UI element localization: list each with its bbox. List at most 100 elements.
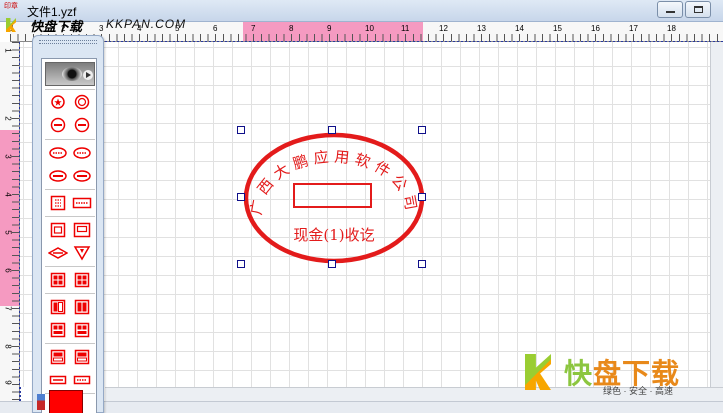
- ruler-label: 14: [515, 24, 524, 33]
- seal-object[interactable]: 广西大鹏应用软件公司 现金(1)收讫: [236, 126, 432, 270]
- ruler-label: 7: [251, 24, 256, 33]
- triangle-icon: [73, 246, 91, 261]
- eye-tool-button[interactable]: [45, 62, 95, 86]
- seal-graphic: 广西大鹏应用软件公司 现金(1)收讫: [243, 132, 425, 264]
- box-grid-2-tool[interactable]: [72, 322, 92, 338]
- ruler-label: 2: [3, 116, 13, 121]
- wide-rect-tool[interactable]: [48, 372, 68, 388]
- ruler-label: 13: [477, 24, 486, 33]
- palette-divider: [45, 266, 95, 267]
- ellipse-bar-2-tool[interactable]: [72, 168, 92, 184]
- maximize-button[interactable]: [685, 1, 711, 18]
- resize-handle-w[interactable]: [237, 193, 245, 201]
- four-box-icon: [74, 272, 90, 288]
- ellipse-icon: [49, 147, 67, 159]
- minimize-button[interactable]: [657, 1, 683, 18]
- palette-divider: [45, 293, 95, 294]
- resize-handle-e[interactable]: [418, 193, 426, 201]
- box-line-icon: [50, 349, 66, 365]
- fill-color-swatch[interactable]: [49, 390, 83, 413]
- box-grid-tool[interactable]: [48, 322, 68, 338]
- ruler-label: 18: [667, 24, 676, 33]
- ruler-label: 8: [289, 24, 294, 33]
- double-rect-tool[interactable]: [72, 222, 92, 238]
- wide-rect-icon: [49, 375, 67, 385]
- wide-rect-icon: [73, 375, 91, 385]
- watermark-brand-part-a: 快: [564, 357, 594, 390]
- split-box-icon: [74, 299, 90, 315]
- grid-square-icon: [50, 195, 66, 211]
- double-circle-2-tool[interactable]: [72, 117, 92, 133]
- app-icon[interactable]: 印章: [4, 2, 18, 10]
- star-circle-tool[interactable]: [48, 94, 68, 110]
- resize-handle-nw[interactable]: [237, 126, 245, 134]
- split-box-2-tool[interactable]: [72, 299, 92, 315]
- watermark-brand-text: 快盘下载: [30, 19, 83, 34]
- grid-square-tool[interactable]: [48, 195, 68, 211]
- ruler-label: 17: [629, 24, 638, 33]
- color-swap-icon[interactable]: [37, 394, 45, 410]
- dotted-ellipse-tool[interactable]: [48, 145, 68, 161]
- box-line-2-tool[interactable]: [72, 349, 92, 365]
- palette-divider: [45, 343, 95, 344]
- resize-handle-s[interactable]: [328, 260, 336, 268]
- ruler-ticks: [12, 42, 19, 413]
- double-circle-icon: [74, 94, 90, 110]
- palette-tool-list: [41, 58, 97, 413]
- split-box-tool[interactable]: [48, 299, 68, 315]
- resize-handle-n[interactable]: [328, 126, 336, 134]
- diamond-ellipse-icon: [48, 247, 68, 259]
- palette-divider: [45, 139, 95, 140]
- double-circle-tool[interactable]: [72, 94, 92, 110]
- grid-rect-tool[interactable]: [72, 195, 92, 211]
- ruler-label: 3: [3, 154, 13, 159]
- four-box-tool[interactable]: [48, 272, 68, 288]
- ruler-label: 1: [3, 48, 13, 53]
- palette-divider: [45, 216, 95, 217]
- box-line-tool[interactable]: [48, 349, 68, 365]
- ruler-label: 9: [3, 380, 13, 385]
- triangle-tool[interactable]: [72, 245, 92, 261]
- maximize-icon: [694, 6, 703, 13]
- status-bar: [0, 401, 723, 413]
- ruler-label: 6: [3, 268, 13, 273]
- seal-arc-text: 广西大鹏应用软件公司: [247, 148, 421, 217]
- vertical-ruler[interactable]: 1 2 3 4 5 6 7 8 9: [0, 42, 21, 413]
- double-square-tool[interactable]: [48, 222, 68, 238]
- ruler-label: 10: [365, 24, 374, 33]
- ruler-label: 5: [3, 230, 13, 235]
- four-box-2-tool[interactable]: [72, 272, 92, 288]
- ellipse-bar-tool[interactable]: [48, 168, 68, 184]
- circle-bar-icon: [50, 117, 66, 133]
- circle-bar-icon: [74, 117, 90, 133]
- palette-divider: [45, 189, 95, 190]
- watermark-logo-bottom: 快盘下载 绿色 · 安全 · 高速: [520, 352, 700, 397]
- ellipse-bar-icon: [49, 170, 67, 182]
- ruler-label: 6: [213, 24, 218, 33]
- ruler-label: 12: [439, 24, 448, 33]
- tool-palette: [32, 35, 104, 413]
- minimize-icon: [666, 6, 675, 13]
- wide-rect-2-tool[interactable]: [72, 372, 92, 388]
- four-box-icon: [50, 272, 66, 288]
- palette-drag-handle[interactable]: [39, 40, 97, 44]
- resize-handle-sw[interactable]: [237, 260, 245, 268]
- ruler-ticks: [10, 34, 723, 41]
- resize-handle-ne[interactable]: [418, 126, 426, 134]
- box-grid-icon: [50, 322, 66, 338]
- box-grid-icon: [74, 322, 90, 338]
- seal-bottom-text: 现金(1)收讫: [293, 226, 374, 244]
- double-square-icon: [50, 222, 66, 238]
- ruler-label: 8: [3, 344, 13, 349]
- ellipse-icon: [73, 147, 91, 159]
- resize-handle-se[interactable]: [418, 260, 426, 268]
- eye-icon: [62, 67, 82, 81]
- circle-bar-tool[interactable]: [48, 117, 68, 133]
- diamond-ellipse-tool[interactable]: [48, 245, 68, 261]
- ruler-label: 9: [327, 24, 332, 33]
- brand-k-icon: [525, 354, 551, 390]
- dotted-ellipse-2-tool[interactable]: [72, 145, 92, 161]
- vertical-scrollbar[interactable]: [710, 42, 723, 387]
- ruler-label: 15: [553, 24, 562, 33]
- ruler-label: 11: [401, 24, 410, 33]
